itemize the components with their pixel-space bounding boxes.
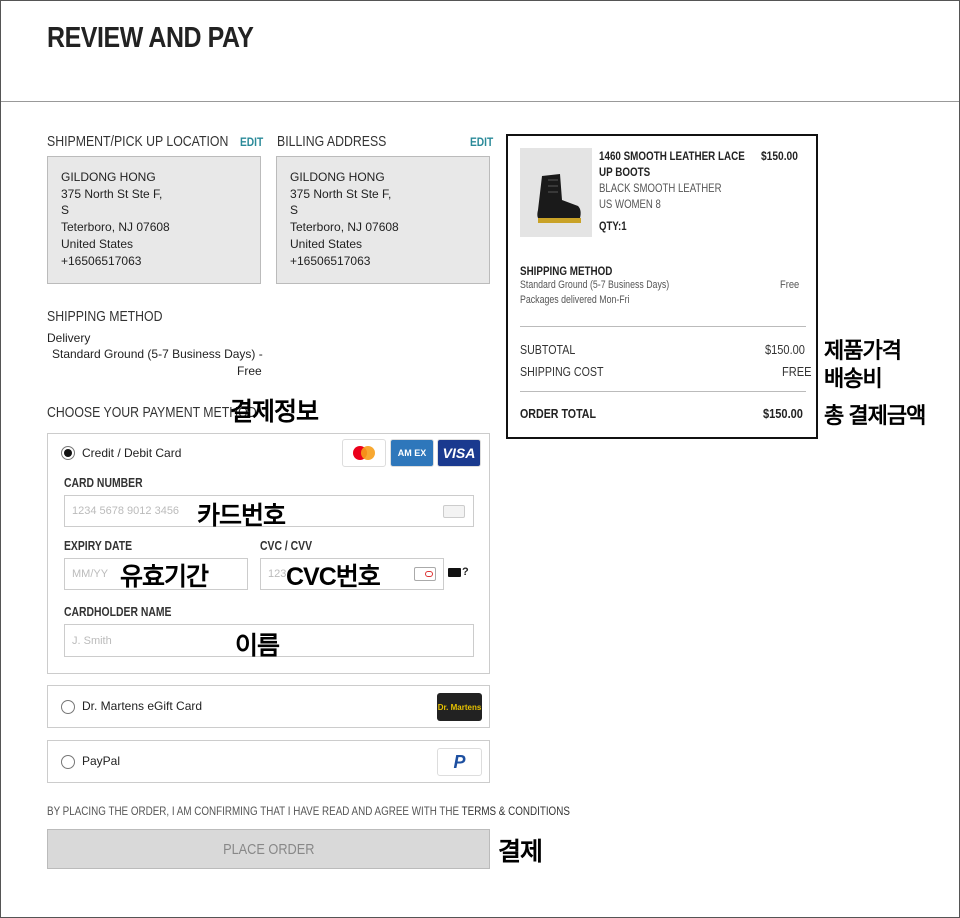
annotation-payment-info: 결제정보 bbox=[230, 398, 319, 426]
address-line: S bbox=[290, 203, 299, 218]
address-line: United States bbox=[61, 236, 134, 251]
summary-divider bbox=[520, 326, 806, 327]
address-line: Teterboro, NJ 07608 bbox=[290, 220, 399, 235]
summary-shipping-days: Packages delivered Mon-Fri bbox=[520, 294, 630, 306]
shipping-detail: Standard Ground (5-7 Business Days) - bbox=[52, 347, 263, 361]
billing-address-box: GILDONG HONG 375 North St Ste F, S Teter… bbox=[276, 156, 490, 284]
product-image bbox=[520, 148, 592, 237]
expiry-label: EXPIRY DATE bbox=[64, 538, 133, 553]
order-summary: 1460 SMOOTH LEATHER LACE UP BOOTS $150.0… bbox=[506, 134, 818, 439]
place-order-label: PLACE ORDER bbox=[222, 840, 315, 858]
cvc-placeholder: 123 bbox=[268, 568, 287, 580]
terms-text: BY PLACING THE ORDER, I AM CONFIRMING TH… bbox=[47, 804, 570, 818]
shipping-price: Free bbox=[237, 364, 262, 378]
shipping-cost-label: SHIPPING COST bbox=[520, 364, 604, 379]
order-total-value: $150.00 bbox=[763, 406, 803, 421]
terms-link[interactable]: TERMS & CONDITIONS bbox=[462, 804, 570, 818]
product-qty: QTY:1 bbox=[599, 219, 627, 233]
cardholder-placeholder: J. Smith bbox=[72, 634, 112, 647]
annotation-pay: 결제 bbox=[498, 838, 543, 866]
address-line: +16506517063 bbox=[290, 253, 371, 268]
cvc-label: CVC / CVV bbox=[260, 538, 313, 553]
egift-payment-box[interactable]: Dr. Martens eGift Card Dr. Martens bbox=[47, 685, 490, 728]
shipping-cost-value: FREE bbox=[782, 364, 812, 379]
shipment-address-box: GILDONG HONG 375 North St Ste F, S Teter… bbox=[47, 156, 261, 284]
cardholder-label: CARDHOLDER NAME bbox=[64, 604, 172, 619]
address-line: Teterboro, NJ 07608 bbox=[61, 220, 170, 235]
address-line: GILDONG HONG bbox=[290, 170, 385, 184]
place-order-button[interactable]: PLACE ORDER bbox=[47, 829, 490, 869]
cvc-card-icon bbox=[414, 567, 436, 581]
product-size: US WOMEN 8 bbox=[599, 197, 661, 211]
amex-icon: AM EX bbox=[390, 439, 434, 467]
summary-shipping-detail: Standard Ground (5-7 Business Days) bbox=[520, 279, 670, 291]
address-line: S bbox=[61, 203, 70, 218]
shipment-label: SHIPMENT/PICK UP LOCATION bbox=[47, 133, 229, 150]
card-radio[interactable] bbox=[61, 446, 75, 460]
shipping-method-label: SHIPPING METHOD bbox=[47, 308, 163, 325]
order-total-label: ORDER TOTAL bbox=[520, 406, 597, 421]
annotation-expiry: 유효기간 bbox=[120, 563, 209, 591]
egift-radio[interactable] bbox=[61, 700, 75, 714]
page-title: REVIEW AND PAY bbox=[47, 22, 254, 54]
shipment-edit-link[interactable]: EDIT bbox=[240, 135, 263, 149]
card-icon bbox=[443, 505, 465, 518]
billing-edit-link[interactable]: EDIT bbox=[470, 135, 493, 149]
annotation-name: 이름 bbox=[235, 632, 280, 660]
product-price: $150.00 bbox=[761, 149, 798, 163]
product-name-line2: UP BOOTS bbox=[599, 165, 651, 179]
summary-shipping-label: SHIPPING METHOD bbox=[520, 264, 613, 278]
paypal-option-label: PayPal bbox=[82, 754, 121, 768]
address-line: 375 North St Ste F, bbox=[290, 186, 392, 201]
card-number-label: CARD NUMBER bbox=[64, 475, 143, 490]
terms-prefix: BY PLACING THE ORDER, I AM CONFIRMING TH… bbox=[47, 804, 462, 818]
visa-icon: VISA bbox=[437, 439, 481, 467]
paypal-logo-icon: P bbox=[437, 748, 482, 776]
card-option-label: Credit / Debit Card bbox=[82, 446, 182, 460]
cvc-help-card-icon[interactable] bbox=[448, 568, 461, 577]
annotation-card-number: 카드번호 bbox=[197, 502, 286, 530]
product-name-line1: 1460 SMOOTH LEATHER LACE bbox=[599, 149, 745, 163]
cvc-help-icon[interactable]: ? bbox=[462, 566, 469, 578]
address-line: GILDONG HONG bbox=[61, 170, 156, 184]
drmartens-logo-icon: Dr. Martens bbox=[437, 693, 482, 721]
address-line: 375 North St Ste F, bbox=[61, 186, 163, 201]
address-line: +16506517063 bbox=[61, 253, 142, 268]
address-line: United States bbox=[290, 236, 363, 251]
subtotal-label: SUBTOTAL bbox=[520, 342, 576, 357]
annotation-total: 총 결제금액 bbox=[824, 403, 926, 428]
annotation-cvc: CVC번호 bbox=[286, 563, 381, 591]
annotation-shipping-fee: 배송비 bbox=[824, 366, 883, 391]
subtotal-value: $150.00 bbox=[765, 342, 805, 357]
header-divider bbox=[1, 101, 959, 102]
paypal-payment-box[interactable]: PayPal P bbox=[47, 740, 490, 783]
summary-divider bbox=[520, 391, 806, 392]
expiry-placeholder: MM/YY bbox=[72, 568, 109, 580]
paypal-radio[interactable] bbox=[61, 755, 75, 769]
mastercard-icon bbox=[342, 439, 386, 467]
egift-option-label: Dr. Martens eGift Card bbox=[82, 699, 203, 713]
summary-shipping-price: Free bbox=[780, 279, 800, 291]
billing-label: BILLING ADDRESS bbox=[277, 133, 387, 150]
card-number-placeholder: 1234 5678 9012 3456 bbox=[72, 505, 180, 517]
product-color: BLACK SMOOTH LEATHER bbox=[599, 181, 722, 195]
shipping-type: Delivery bbox=[47, 331, 91, 345]
payment-method-label: CHOOSE YOUR PAYMENT METHOD bbox=[47, 404, 257, 421]
